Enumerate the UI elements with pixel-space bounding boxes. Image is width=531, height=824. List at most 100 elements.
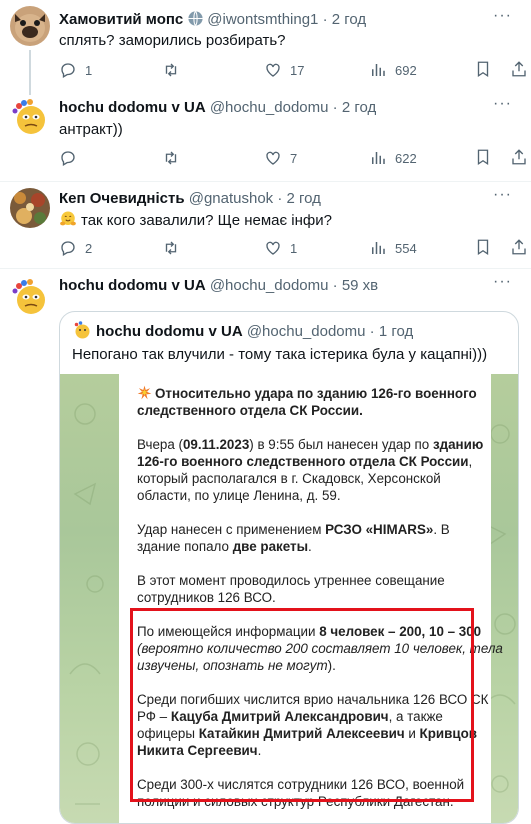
share-button[interactable] bbox=[510, 60, 528, 83]
reply-count: 1 bbox=[85, 62, 93, 78]
like-button[interactable]: 7 bbox=[264, 148, 297, 168]
timestamp[interactable]: 2 год bbox=[342, 99, 376, 116]
tweet-text: так кого завалили? Ще немає інфи? bbox=[81, 212, 332, 229]
views-button[interactable]: 692 bbox=[369, 60, 417, 80]
author-handle[interactable]: @iwontsmthing1 bbox=[207, 11, 318, 28]
timestamp[interactable]: 59 хв bbox=[342, 277, 378, 294]
author-name[interactable]: Хамовитий мопс bbox=[59, 11, 183, 28]
hugging-emoji bbox=[59, 210, 77, 228]
views-icon bbox=[372, 152, 385, 164]
reply-button[interactable] bbox=[59, 148, 77, 168]
quote-image[interactable]: Относительно удара по зданию 126-го воен… bbox=[60, 374, 518, 823]
bookmark-button[interactable] bbox=[474, 60, 492, 83]
like-icon bbox=[266, 63, 280, 77]
bookmark-button[interactable] bbox=[474, 238, 492, 261]
tweet-text: антракт)) bbox=[59, 121, 123, 138]
retweet-icon bbox=[165, 63, 177, 77]
tweet-1[interactable]: Хамовитий мопс @iwontsmthing1 · 2 год ···… bbox=[0, 0, 531, 95]
quote-text: Непогано так влучили - тому така істерик… bbox=[72, 346, 488, 363]
like-icon bbox=[266, 151, 280, 165]
views-button[interactable]: 554 bbox=[369, 238, 417, 258]
collision-emoji bbox=[137, 385, 152, 400]
author-name[interactable]: hochu dodomu v UA bbox=[59, 277, 206, 294]
highlight-box bbox=[130, 608, 474, 802]
views-icon bbox=[372, 64, 385, 76]
views-button[interactable]: 622 bbox=[369, 148, 417, 168]
globe-icon bbox=[187, 10, 204, 33]
share-icon bbox=[512, 149, 526, 165]
like-count: 17 bbox=[290, 62, 305, 78]
tg-text: Относительно удара по зданию 126-го воен… bbox=[155, 386, 477, 401]
reply-icon bbox=[61, 63, 75, 78]
avatar-emoji[interactable] bbox=[10, 97, 50, 137]
timestamp[interactable]: 2 год bbox=[287, 190, 321, 207]
quote-avatar[interactable] bbox=[72, 320, 92, 340]
emoji-avatar-image bbox=[10, 97, 50, 137]
more-options-button[interactable]: ··· bbox=[493, 95, 512, 113]
reply-icon bbox=[61, 241, 75, 256]
tweet-2[interactable]: hochu dodomu v UA @hochu_dodomu · 2 год … bbox=[0, 92, 531, 181]
tg-text: который располагался в г. Скадовск, Херс… bbox=[137, 471, 441, 486]
tg-text: здание попало bbox=[137, 539, 233, 554]
retweet-button[interactable] bbox=[162, 148, 180, 168]
tg-text: . bbox=[308, 539, 312, 554]
tg-text: В этот момент проводилось утреннее совещ… bbox=[137, 573, 445, 588]
pattern-avatar-image bbox=[10, 188, 50, 228]
bookmark-icon bbox=[477, 239, 489, 256]
reply-button[interactable]: 1 bbox=[59, 60, 92, 80]
views-count: 692 bbox=[395, 62, 417, 78]
tg-text: . В bbox=[433, 522, 450, 537]
retweet-icon bbox=[165, 151, 177, 165]
author-handle[interactable]: @hochu_dodomu bbox=[210, 99, 329, 116]
reply-button[interactable]: 2 bbox=[59, 238, 92, 258]
tg-text: ) в 9:55 был нанесен удар по bbox=[249, 437, 433, 452]
quoted-tweet[interactable]: hochu dodomu v UA @hochu_dodomu · 1 год … bbox=[59, 311, 519, 824]
author-handle[interactable]: @hochu_dodomu bbox=[210, 277, 329, 294]
retweet-button[interactable] bbox=[162, 238, 180, 258]
tweet-actions: 7 622 bbox=[59, 148, 526, 171]
separator: · bbox=[322, 11, 328, 28]
share-icon bbox=[512, 61, 526, 77]
timestamp[interactable]: 2 год bbox=[332, 11, 366, 28]
share-button[interactable] bbox=[510, 238, 528, 261]
views-icon bbox=[372, 242, 385, 254]
more-options-button[interactable]: ··· bbox=[493, 186, 512, 204]
tweet-actions: 2 1 554 bbox=[59, 238, 526, 261]
avatar-pattern[interactable] bbox=[10, 188, 50, 228]
quote-timestamp[interactable]: 1 год bbox=[379, 323, 413, 340]
bookmark-icon bbox=[477, 61, 489, 78]
separator: · bbox=[277, 190, 283, 207]
tg-text: Удар нанесен с применением bbox=[137, 522, 326, 537]
tg-text: зданию bbox=[432, 437, 484, 452]
views-count: 622 bbox=[395, 150, 417, 166]
like-count: 7 bbox=[290, 150, 298, 166]
bookmark-button[interactable] bbox=[474, 148, 492, 171]
bookmark-icon bbox=[477, 149, 489, 166]
more-options-button[interactable]: ··· bbox=[493, 7, 512, 25]
views-count: 554 bbox=[395, 240, 417, 256]
tg-text: две ракеты bbox=[232, 539, 309, 554]
like-button[interactable]: 1 bbox=[264, 238, 297, 258]
retweet-icon bbox=[165, 241, 177, 255]
avatar-pug[interactable] bbox=[10, 6, 50, 46]
author-name[interactable]: hochu dodomu v UA bbox=[59, 99, 206, 116]
pug-avatar-image bbox=[10, 6, 50, 46]
tg-text: следственного отдела СК России. bbox=[137, 403, 363, 418]
quote-author-name[interactable]: hochu dodomu v UA bbox=[96, 323, 243, 340]
avatar-emoji[interactable] bbox=[10, 277, 50, 317]
more-options-button[interactable]: ··· bbox=[493, 273, 512, 291]
tg-text: , bbox=[468, 454, 473, 469]
like-button[interactable]: 17 bbox=[264, 60, 304, 80]
author-name[interactable]: Кеп Очевидність bbox=[59, 190, 185, 207]
emoji-avatar-image bbox=[10, 277, 50, 317]
tweet-3[interactable]: Кеп Очевидність @gnatushok · 2 год ··· т… bbox=[0, 182, 531, 268]
author-handle[interactable]: @gnatushok bbox=[189, 190, 273, 207]
share-button[interactable] bbox=[510, 148, 528, 171]
like-icon bbox=[266, 241, 280, 255]
separator: · bbox=[332, 99, 338, 116]
thread-line bbox=[29, 50, 31, 95]
tweet-actions: 1 17 692 bbox=[59, 60, 526, 83]
reply-icon bbox=[61, 151, 75, 166]
quote-author-handle[interactable]: @hochu_dodomu bbox=[247, 323, 366, 340]
retweet-button[interactable] bbox=[162, 60, 180, 80]
